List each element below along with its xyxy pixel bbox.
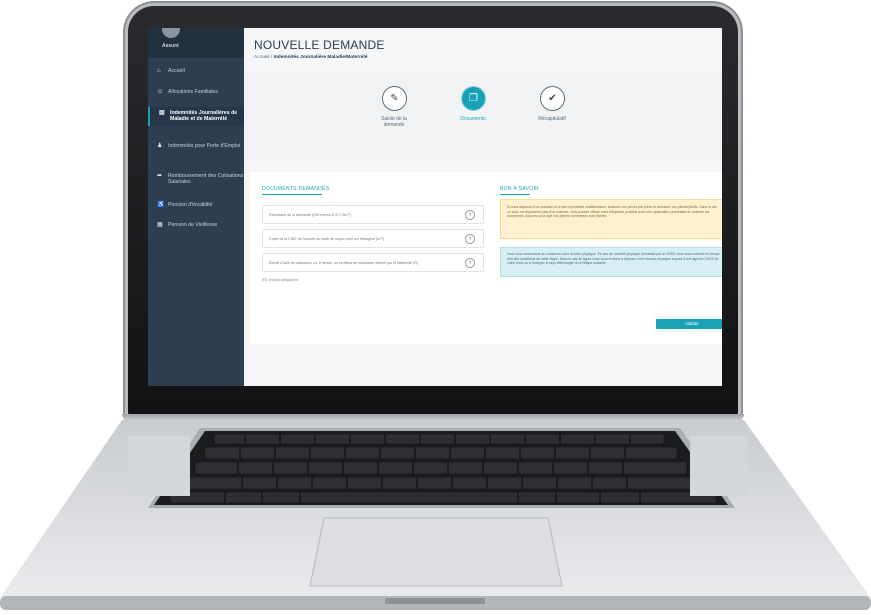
info-box: Vous vous remercions de conserver votre … xyxy=(500,247,722,277)
sidebar-item-accueil[interactable]: ⌂ Accueil xyxy=(148,68,244,74)
family-icon: ☺ xyxy=(157,89,164,95)
step-label-saisie: Saisie de la demande xyxy=(381,116,407,128)
sidebar-item-label: Allocations Familiales xyxy=(168,89,218,95)
logo xyxy=(162,28,180,38)
sidebar-item-perte-emploi[interactable]: ♟ Indemnités pour Perte d'Emploi xyxy=(148,143,244,149)
breadcrumb-current: Indemnités Journalière Maladie/Maternité xyxy=(273,55,368,60)
divider xyxy=(500,194,530,195)
upload-icon[interactable]: ⇪ xyxy=(465,258,475,268)
required-note: (R) champ obligatoire xyxy=(262,278,299,282)
check-icon[interactable]: ✔ xyxy=(540,86,565,111)
keyboard-deck xyxy=(0,420,871,610)
grid-icon: ▦ xyxy=(157,222,163,228)
files-icon[interactable]: ❐ xyxy=(461,86,486,111)
sidebar-item-allocations[interactable]: ☺ Allocations Familiales xyxy=(148,89,244,95)
sidebar-item-label: Pension d'Invalidité xyxy=(168,202,213,208)
upload-icon[interactable]: ⇪ xyxy=(465,210,475,220)
document-label: Copie de la CNIE de l'assuré ou carte de… xyxy=(269,237,384,241)
breadcrumb-home[interactable]: Accueil xyxy=(254,55,269,60)
sidebar-item-indemnites-maladie[interactable]: ▤ Indemnités Journalières de Maladie et … xyxy=(148,107,244,126)
pencil-icon[interactable]: ✎ xyxy=(382,86,407,111)
sidebar-item-label: Indemnités pour Perte d'Emploi xyxy=(168,143,241,149)
document-row[interactable]: Extrait d'acte de naissance ou, à défaut… xyxy=(262,253,484,272)
divider xyxy=(262,194,322,195)
user-icon: ♟ xyxy=(157,143,163,149)
documents-title: DOCUMENTS DEMANDÉS xyxy=(262,186,330,192)
sidebar-item-label: Indemnités Journalières de Maladie et de… xyxy=(170,110,238,123)
main-content: NOUVELLE DEMANDE Accueil / Indemnités Jo… xyxy=(244,28,722,386)
screen: Assuré ⌂ Accueil ☺ Allocations Familiale… xyxy=(148,28,722,386)
breadcrumb: Accueil / Indemnités Journalière Maladie… xyxy=(254,55,368,60)
step-label-recapitulatif: Récapitulatif xyxy=(538,116,566,122)
laptop-base xyxy=(0,420,871,615)
documents-panel: DOCUMENTS DEMANDÉS Formulaire de la dema… xyxy=(250,172,722,344)
step-label-documents: Documents xyxy=(460,116,486,122)
warning-box: Si vous disposez d'un scanner ou d'une i… xyxy=(500,199,722,239)
document-row[interactable]: Copie de la CNIE de l'assuré ou carte de… xyxy=(262,229,484,248)
sidebar-item-remboursement[interactable]: ➦ Remboursement des Cotisations Salarial… xyxy=(148,173,244,186)
sidebar-header: Assuré xyxy=(148,28,244,58)
sidebar: Assuré ⌂ Accueil ☺ Allocations Familiale… xyxy=(148,28,244,386)
sidebar-item-label: Pension de Vieillesse xyxy=(168,222,218,228)
share-icon: ➦ xyxy=(157,173,163,179)
info-title: BON À SAVOIR xyxy=(500,186,540,192)
user-role: Assuré xyxy=(162,43,179,49)
sidebar-item-label: Accueil xyxy=(168,68,185,74)
sidebar-item-label: Remboursement des Cotisations Salariales xyxy=(168,173,244,186)
stepper: ✎ Saisie de la demande ❐ Documents ✔ Réc… xyxy=(244,72,722,160)
page-title: NOUVELLE DEMANDE xyxy=(254,38,385,52)
accessibility-icon: ♿ xyxy=(157,202,165,208)
sidebar-item-vieillesse[interactable]: ▦ Pension de Vieillesse xyxy=(148,222,244,228)
document-label: Formulaire de la demande (Réf.erence D.S… xyxy=(269,213,351,217)
document-label: Extrait d'acte de naissance ou, à défaut… xyxy=(269,261,418,265)
upload-icon[interactable]: ⇪ xyxy=(465,234,475,244)
validate-button[interactable]: Valider xyxy=(656,319,722,329)
sidebar-item-invalidite[interactable]: ♿ Pension d'Invalidité xyxy=(148,202,244,208)
breadcrumb-separator: / xyxy=(270,55,273,60)
home-icon: ⌂ xyxy=(157,68,161,74)
document-row[interactable]: Formulaire de la demande (Réf.erence D.S… xyxy=(262,205,484,224)
document-icon: ▤ xyxy=(159,110,165,116)
laptop-mockup: Assuré ⌂ Accueil ☺ Allocations Familiale… xyxy=(0,0,871,615)
